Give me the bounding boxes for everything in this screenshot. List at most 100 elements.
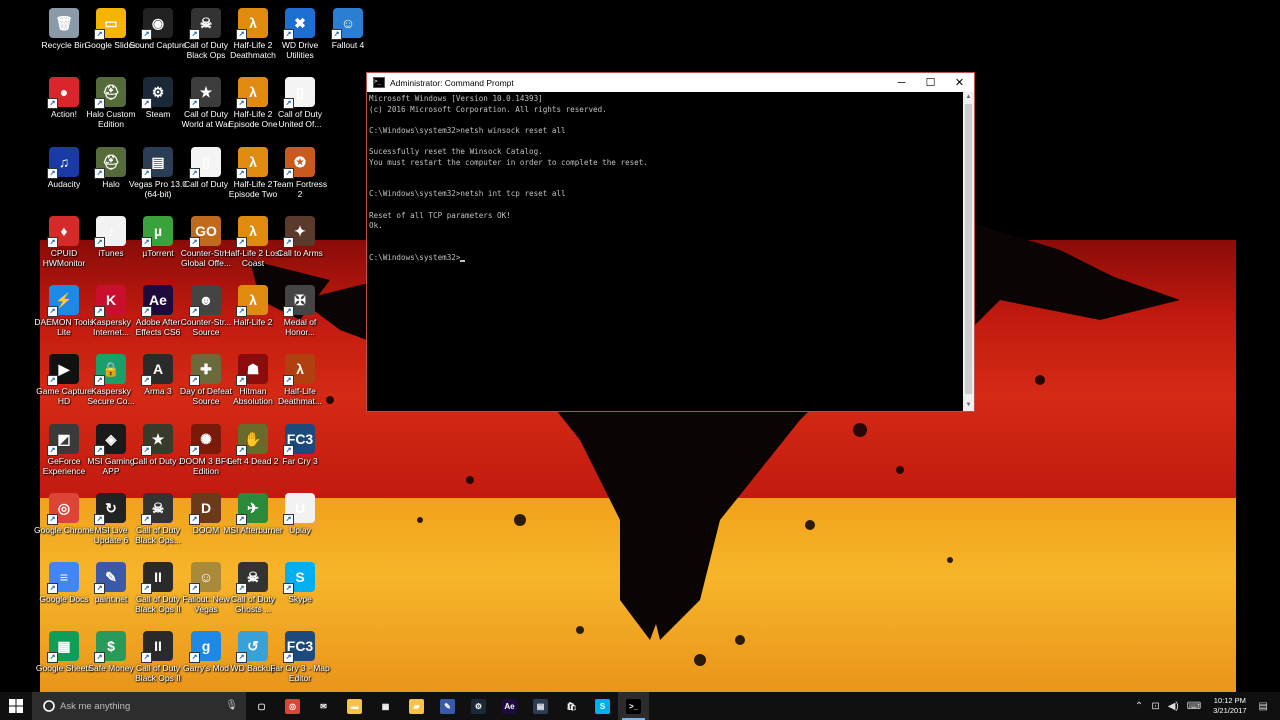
- microphone-icon[interactable]: 🎙: [225, 700, 238, 711]
- shortcut-arrow-icon: ↗: [94, 445, 105, 456]
- shortcut-arrow-icon: ↗: [189, 514, 200, 525]
- wd-backup-icon: ↺ ↗: [236, 631, 268, 663]
- call-to-arms-icon: ✦ ↗: [283, 216, 315, 248]
- clock-time: 10:12 PM: [1213, 696, 1246, 705]
- volume-icon[interactable]: ◀): [1168, 701, 1179, 712]
- taskbar-button[interactable]: ⚙: [463, 692, 494, 720]
- console-output[interactable]: Microsoft Windows [Version 10.0.14393] (…: [367, 92, 963, 411]
- fallout-new-vegas-icon: ☺ ↗: [189, 562, 221, 594]
- doom-icon: D ↗: [189, 493, 221, 525]
- window-titlebar[interactable]: >_ Administrator: Command Prompt ─ ☐ ✕: [367, 73, 974, 92]
- desktop-icon[interactable]: FC3 ↗ Far Cry 3: [270, 420, 330, 486]
- shortcut-arrow-icon: ↗: [283, 514, 294, 525]
- call-of-duty-icon: ▯ ↗: [189, 147, 221, 179]
- shortcut-arrow-icon: ↗: [94, 375, 105, 386]
- desktop-icon[interactable]: ☺ ↗ Fallout 4: [318, 4, 378, 70]
- halo-icon: ⛑ ↗: [94, 147, 126, 179]
- call-of-duty-black-ops-ii-mp-icon: II ↗: [141, 631, 173, 663]
- google-docs-icon: ≡ ↗: [47, 562, 79, 594]
- shortcut-arrow-icon: ↗: [236, 445, 247, 456]
- shortcut-arrow-icon: ↗: [47, 652, 58, 663]
- taskbar-button[interactable]: ▤: [525, 692, 556, 720]
- far-cry-3-icon: FC3 ↗: [283, 424, 315, 456]
- network-icon[interactable]: ⊡: [1151, 701, 1159, 712]
- taskbar-button[interactable]: ✉: [308, 692, 339, 720]
- taskbar-button[interactable]: ▢: [246, 692, 277, 720]
- desktop-icon[interactable]: ✪ ↗ Team Fortress 2: [270, 143, 330, 209]
- shortcut-arrow-icon: ↗: [236, 375, 247, 386]
- shortcut-arrow-icon: ↗: [141, 583, 152, 594]
- wd-drive-utilities-icon: ✖ ↗: [283, 8, 315, 40]
- shortcut-arrow-icon: ↗: [141, 29, 152, 40]
- shortcut-arrow-icon: ↗: [94, 514, 105, 525]
- taskbar-button[interactable]: ▰: [401, 692, 432, 720]
- desktop-icon-label: Fallout 4: [331, 40, 365, 50]
- show-hidden-icons-icon[interactable]: ⌃: [1135, 701, 1143, 712]
- taskbar-button[interactable]: ◎: [277, 692, 308, 720]
- desktop-icon[interactable]: U ↗ Uplay: [270, 489, 330, 555]
- taskbar-button[interactable]: 🛍: [556, 692, 587, 720]
- desktop-icon[interactable]: ✠ ↗ Medal of Honor...: [270, 281, 330, 347]
- desktop-icon[interactable]: λ ↗ Half-Life Deathmat...: [270, 350, 330, 416]
- close-button[interactable]: ✕: [945, 73, 974, 92]
- shortcut-arrow-icon: ↗: [189, 445, 200, 456]
- shortcut-arrow-icon: ↗: [236, 29, 247, 40]
- desktop-icon[interactable]: ✦ ↗ Call to Arms: [270, 212, 330, 278]
- hitman-absolution-icon: ☗ ↗: [236, 354, 268, 386]
- scroll-up-icon[interactable]: ▲: [963, 92, 974, 103]
- shortcut-arrow-icon: ↗: [283, 237, 294, 248]
- vertical-scrollbar[interactable]: ▲ ▼: [963, 92, 974, 411]
- scrollbar-thumb[interactable]: [965, 104, 972, 394]
- shortcut-arrow-icon: ↗: [47, 306, 58, 317]
- msi-gaming-app-icon: ◈ ↗: [94, 424, 126, 456]
- taskbar-button[interactable]: ✎: [432, 692, 463, 720]
- shortcut-arrow-icon: ↗: [283, 306, 294, 317]
- desktop-icon-label: Call of Duty United Of...: [278, 109, 322, 129]
- taskbar-button[interactable]: S: [587, 692, 618, 720]
- desktop-icon[interactable]: ▯ ↗ Call of Duty United Of...: [270, 73, 330, 139]
- shortcut-arrow-icon: ↗: [141, 514, 152, 525]
- scroll-down-icon[interactable]: ▼: [963, 400, 974, 411]
- taskbar-button[interactable]: ▬: [339, 692, 370, 720]
- calendar-icon: ▦: [378, 698, 393, 714]
- call-of-duty-world-at-war-icon: ★ ↗: [189, 77, 221, 109]
- system-clock[interactable]: 10:12 PM 3/21/2017: [1213, 696, 1246, 716]
- taskbar-button[interactable]: Ae: [494, 692, 525, 720]
- shortcut-arrow-icon: ↗: [47, 445, 58, 456]
- shortcut-arrow-icon: ↗: [47, 514, 58, 525]
- shortcut-arrow-icon: ↗: [47, 237, 58, 248]
- taskbar-button[interactable]: ▦: [370, 692, 401, 720]
- task-view-icon: ▢: [254, 698, 269, 714]
- halo-custom-edition-icon: ⛑ ↗: [94, 77, 126, 109]
- fallout-4-icon: ☺ ↗: [331, 8, 363, 40]
- half-life-deathmatch-icon: λ ↗: [283, 354, 315, 386]
- maximize-button[interactable]: ☐: [916, 73, 945, 92]
- cortana-search-box[interactable]: Ask me anything 🎙: [32, 692, 246, 720]
- minimize-button[interactable]: ─: [887, 73, 916, 92]
- start-button[interactable]: [0, 692, 32, 720]
- keyboard-icon[interactable]: ⌨: [1187, 701, 1201, 712]
- desktop-icon[interactable]: S ↗ Skype: [270, 558, 330, 624]
- clock-date: 3/21/2017: [1213, 706, 1247, 715]
- command-prompt-window[interactable]: >_ Administrator: Command Prompt ─ ☐ ✕ M…: [366, 72, 975, 412]
- taskbar-button[interactable]: >_: [618, 692, 649, 720]
- shortcut-arrow-icon: ↗: [283, 29, 294, 40]
- shortcut-arrow-icon: ↗: [236, 306, 247, 317]
- shortcut-arrow-icon: ↗: [283, 98, 294, 109]
- half-life-2-lost-coast-icon: λ ↗: [236, 216, 268, 248]
- half-life-2-main-icon: λ ↗: [236, 285, 268, 317]
- windows-logo-icon: [9, 699, 23, 713]
- after-effects-taskbar-icon: Ae: [502, 698, 517, 714]
- steam-icon: ⚙ ↗: [141, 77, 173, 109]
- counter-strike-source-icon: ☻ ↗: [189, 285, 221, 317]
- doom-3-bfg-icon: ✺ ↗: [189, 424, 221, 456]
- game-capture-hd-icon: ▶ ↗: [47, 354, 79, 386]
- daemon-tools-lite-icon: ⚡ ↗: [47, 285, 79, 317]
- desktop-icon[interactable]: FC3 ↗ Far Cry 3 - Map Editor: [270, 627, 330, 692]
- skype-icon: S ↗: [283, 562, 315, 594]
- command-prompt-icon: >_: [373, 77, 385, 88]
- call-of-duty-united-offensive-icon: ▯ ↗: [283, 77, 315, 109]
- shortcut-arrow-icon: ↗: [236, 652, 247, 663]
- shortcut-arrow-icon: ↗: [141, 168, 152, 179]
- action-center-icon[interactable]: ▤: [1259, 701, 1268, 712]
